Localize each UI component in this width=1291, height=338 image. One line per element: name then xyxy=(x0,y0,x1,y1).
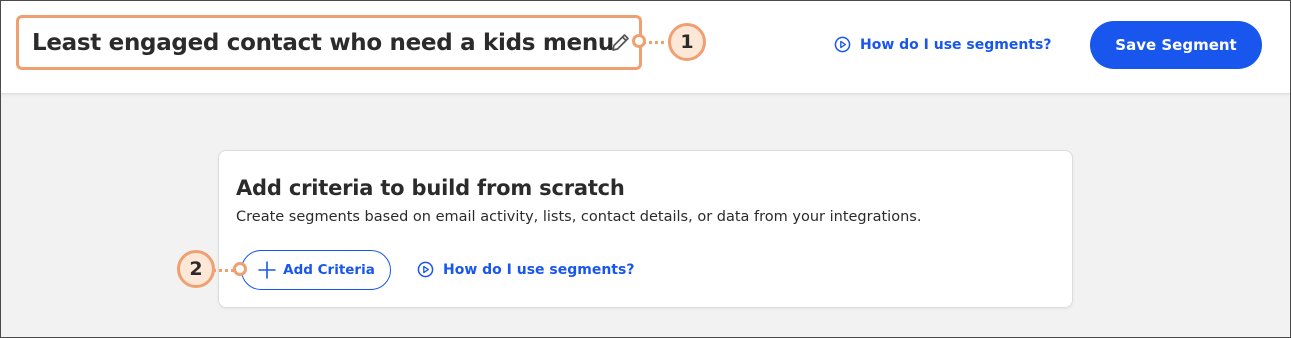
callout-1-anchor xyxy=(632,34,646,48)
page-header: Least engaged contact who need a kids me… xyxy=(0,0,1291,94)
card-title: Add criteria to build from scratch xyxy=(236,176,625,200)
pencil-icon[interactable] xyxy=(609,30,633,54)
plus-icon xyxy=(258,261,276,279)
card-help-link-label: How do I use segments? xyxy=(443,261,635,278)
header-help-link-label: How do I use segments? xyxy=(860,36,1052,53)
play-circle-icon xyxy=(834,36,851,53)
card-help-link[interactable]: How do I use segments? xyxy=(417,261,634,278)
add-criteria-button[interactable]: Add Criteria xyxy=(241,250,391,290)
callout-2-badge: 2 xyxy=(177,250,215,288)
add-criteria-label: Add Criteria xyxy=(283,262,375,278)
play-circle-icon xyxy=(417,261,434,278)
build-from-scratch-card: Add criteria to build from scratch Creat… xyxy=(218,150,1073,308)
callout-2-anchor xyxy=(233,262,247,276)
header-help-link[interactable]: How do I use segments? xyxy=(834,36,1051,53)
segment-title-box[interactable]: Least engaged contact who need a kids me… xyxy=(16,15,642,70)
callout-1-badge: 1 xyxy=(668,23,706,61)
segment-title[interactable]: Least engaged contact who need a kids me… xyxy=(32,30,614,56)
card-description: Create segments based on email activity,… xyxy=(236,209,922,225)
save-segment-button[interactable]: Save Segment xyxy=(1090,21,1262,69)
